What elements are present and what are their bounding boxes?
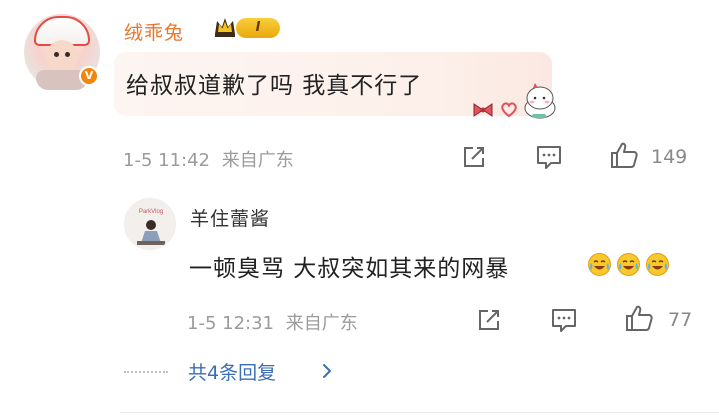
- verified-badge-icon: V: [79, 66, 99, 86]
- more-replies-divider: [124, 371, 168, 373]
- replier-avatar[interactable]: ParkVlog: [124, 198, 176, 250]
- avatar-eye-right: [65, 52, 70, 57]
- comment-icon[interactable]: [549, 305, 579, 335]
- share-icon[interactable]: [459, 142, 489, 172]
- reply-text: 一顿臭骂 大叔突如其来的网暴: [189, 256, 510, 282]
- avatar-eye-left: [54, 52, 59, 57]
- avatar-caption: ParkVlog: [139, 209, 163, 215]
- crown-icon: [215, 18, 235, 37]
- reply-like-count: 77: [668, 309, 693, 331]
- like-icon[interactable]: [624, 303, 654, 333]
- bottom-divider: [120, 412, 719, 413]
- heart-decoration-icon: [501, 102, 517, 118]
- share-icon[interactable]: [474, 305, 504, 335]
- reply-meta: 1-5 12:31 来自广东: [187, 309, 358, 335]
- more-replies-link[interactable]: 共4条回复: [188, 358, 276, 385]
- bow-decoration-icon: [473, 103, 493, 117]
- replier-avatar-image: ParkVlog: [125, 199, 175, 249]
- avatar-face: [46, 40, 78, 74]
- comment-meta: 1-5 11:42 来自广东: [123, 146, 294, 172]
- comment-text: 给叔叔道歉了吗 我真不行了: [126, 73, 423, 99]
- member-level-badge[interactable]: I: [236, 18, 280, 38]
- comment-timestamp: 1-5 11:42: [123, 150, 210, 171]
- reply-location: 来自广东: [285, 313, 358, 334]
- like-icon[interactable]: [609, 140, 639, 170]
- laughing-crying-emoji: [646, 253, 669, 276]
- laughing-crying-emoji: [617, 253, 640, 276]
- replier-username[interactable]: 羊住蕾酱: [190, 204, 270, 231]
- bunny-decoration-icon: [524, 83, 556, 119]
- commenter-username[interactable]: 绒乖兔: [124, 18, 184, 45]
- laughing-crying-emoji: [588, 253, 611, 276]
- like-count: 149: [651, 146, 688, 168]
- comment-location: 来自广东: [221, 150, 294, 171]
- chevron-right-icon[interactable]: [320, 361, 334, 381]
- comment-icon[interactable]: [534, 142, 564, 172]
- reply-timestamp: 1-5 12:31: [187, 313, 274, 334]
